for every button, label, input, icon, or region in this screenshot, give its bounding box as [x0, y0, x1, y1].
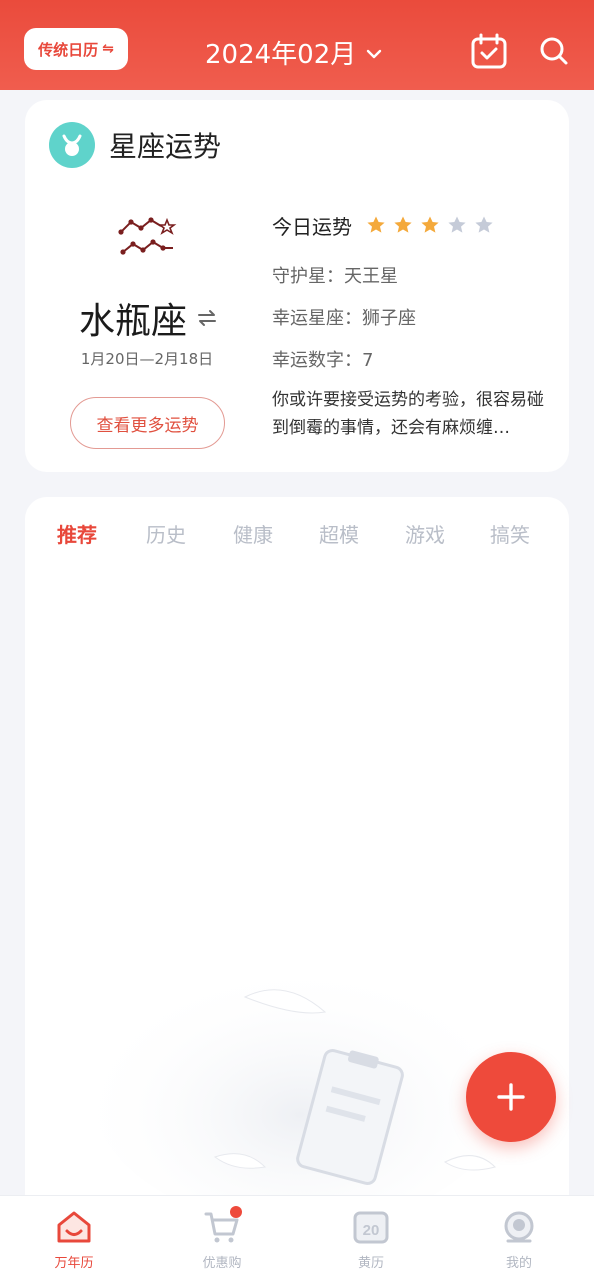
star-filled-icon	[394, 216, 412, 233]
empty-state-illustration	[90, 947, 510, 1217]
lucky-number: 幸运数字：7	[272, 350, 374, 371]
today-fortune-label: 今日运势	[272, 214, 352, 239]
nav-item-almanac[interactable]: 20 黄历	[331, 1210, 411, 1271]
aquarius-constellation-icon	[118, 217, 177, 255]
search-icon[interactable]	[538, 35, 570, 67]
chevron-down-icon	[367, 49, 382, 59]
swap-icon: ⇋	[102, 41, 114, 57]
add-button[interactable]	[466, 1052, 556, 1142]
tab-supermodel[interactable]: 超模	[319, 519, 359, 548]
feed-tabs: 推荐 历史 健康 超模 游戏 搞笑	[25, 519, 569, 553]
star-filled-icon	[367, 216, 385, 233]
star-empty-icon	[475, 216, 493, 233]
guardian-star: 守护星：天王星	[272, 266, 398, 287]
nav-label: 优惠购	[202, 1256, 242, 1271]
nav-item-calendar[interactable]: 万年历	[34, 1210, 114, 1271]
month-picker[interactable]: 2024年02月	[205, 32, 382, 72]
traditional-calendar-toggle[interactable]: 传统日历 ⇋	[24, 28, 128, 70]
lucky-sign: 幸运星座：狮子座	[272, 308, 416, 329]
horoscope-title-row: 星座运势	[49, 122, 221, 168]
more-fortune-button[interactable]: 查看更多运势	[70, 397, 225, 449]
profile-icon	[504, 1211, 534, 1243]
app-screen: 传统日历 ⇋ 2024年02月 星座运势 水瓶座 1月20日—2月18日 查看更…	[0, 0, 594, 1280]
nav-label: 万年历	[54, 1256, 94, 1271]
plus-icon	[497, 1083, 525, 1111]
notification-dot	[230, 1206, 242, 1218]
sign-name: 水瓶座	[79, 301, 188, 342]
nav-label: 我的	[505, 1256, 532, 1271]
calendar-check-icon[interactable]	[470, 32, 508, 70]
almanac-icon: 20	[353, 1211, 389, 1244]
horoscope-title: 星座运势	[109, 130, 222, 163]
fortune-description[interactable]: 你或许要接受运势的考验，很容易碰到倒霉的事情，还会有麻烦缠…	[272, 386, 557, 442]
taurus-icon	[49, 122, 95, 168]
nav-item-deals[interactable]: 优惠购	[182, 1206, 262, 1271]
sign-dates: 1月20日—2月18日	[80, 350, 214, 368]
top-header: 传统日历 ⇋ 2024年02月	[0, 0, 594, 90]
toggle-label: 传统日历	[38, 40, 99, 59]
tab-funny[interactable]: 搞笑	[490, 519, 530, 548]
tab-health[interactable]: 健康	[233, 519, 273, 548]
star-filled-icon	[421, 216, 439, 233]
sign-switcher[interactable]: 水瓶座	[79, 292, 217, 344]
bottom-nav: 万年历 优惠购 20 黄历 我的	[0, 1195, 594, 1280]
almanac-day-number: 20	[363, 1222, 380, 1239]
swap-icon[interactable]	[197, 309, 217, 327]
nav-item-mine[interactable]: 我的	[479, 1210, 559, 1271]
star-empty-icon	[448, 216, 466, 233]
month-label: 2024年02月	[205, 39, 357, 70]
tab-history[interactable]: 历史	[146, 519, 186, 548]
tab-recommended[interactable]: 推荐	[57, 519, 97, 548]
home-icon	[57, 1211, 91, 1243]
tab-games[interactable]: 游戏	[405, 519, 445, 548]
horoscope-card: 星座运势 水瓶座 1月20日—2月18日 查看更多运势 今日运势 守护星：天王星…	[25, 100, 569, 472]
today-fortune-row: 今日运势	[272, 210, 557, 240]
nav-label: 黄历	[357, 1256, 384, 1271]
fortune-panel: 今日运势 守护星：天王星 幸运星座：狮子座 幸运数字：7 你或许要接受运势的考验…	[272, 210, 557, 442]
fortune-rating	[366, 215, 494, 235]
